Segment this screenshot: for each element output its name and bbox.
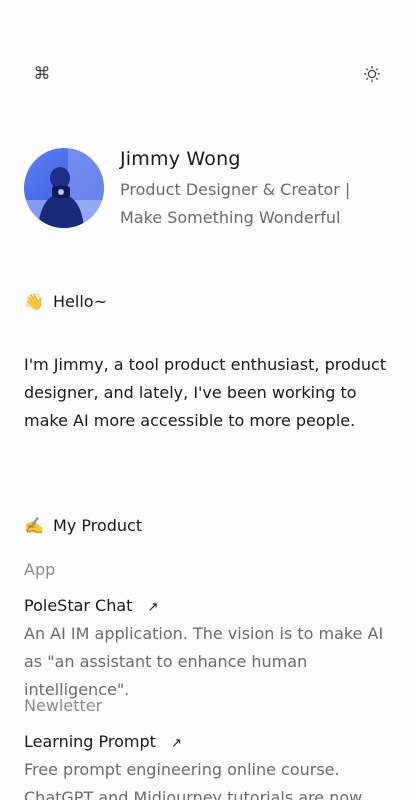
theme-toggle-button[interactable] xyxy=(360,62,384,86)
hello-heading: 👋 Hello~ xyxy=(24,289,107,315)
command-menu-button[interactable]: ⌘ xyxy=(30,62,54,86)
sun-icon xyxy=(363,65,381,83)
arrow-up-right-icon: ↗ xyxy=(147,600,159,615)
avatar xyxy=(24,148,104,228)
product-link-learning-prompt[interactable]: Learning Prompt ↗ xyxy=(24,730,182,756)
top-bar: ⌘ xyxy=(0,0,414,120)
profile-name: Jimmy Wong xyxy=(120,148,241,170)
waving-hand-icon: 👋 xyxy=(24,292,44,311)
my-product-title: My Product xyxy=(53,516,143,535)
category-label-newletter: Newletter xyxy=(24,696,103,715)
category-label-app: App xyxy=(24,560,56,579)
writing-hand-icon: ✍️ xyxy=(24,516,44,535)
product-description: An AI IM application. The vision is to m… xyxy=(24,624,384,699)
arrow-up-right-icon: ↗ xyxy=(171,736,182,751)
page: ⌘ Jimmy Wong Product Designer & Creator … xyxy=(0,0,414,800)
command-icon: ⌘ xyxy=(33,64,51,84)
product-name: PoleStar Chat xyxy=(24,596,133,615)
profile-tagline: Product Designer & Creator | Make Someth… xyxy=(120,180,351,227)
product-link-polestar-chat[interactable]: PoleStar Chat ↗ xyxy=(24,594,158,620)
intro-paragraph: I'm Jimmy, a tool product enthusiast, pr… xyxy=(24,355,387,430)
hello-text: Hello~ xyxy=(53,292,107,311)
my-product-heading: ✍️ My Product xyxy=(24,513,142,539)
product-description: Free prompt engineering online course. C… xyxy=(24,760,363,800)
product-name: Learning Prompt xyxy=(24,732,156,751)
profile-header: Jimmy Wong Product Designer & Creator | … xyxy=(24,148,394,238)
